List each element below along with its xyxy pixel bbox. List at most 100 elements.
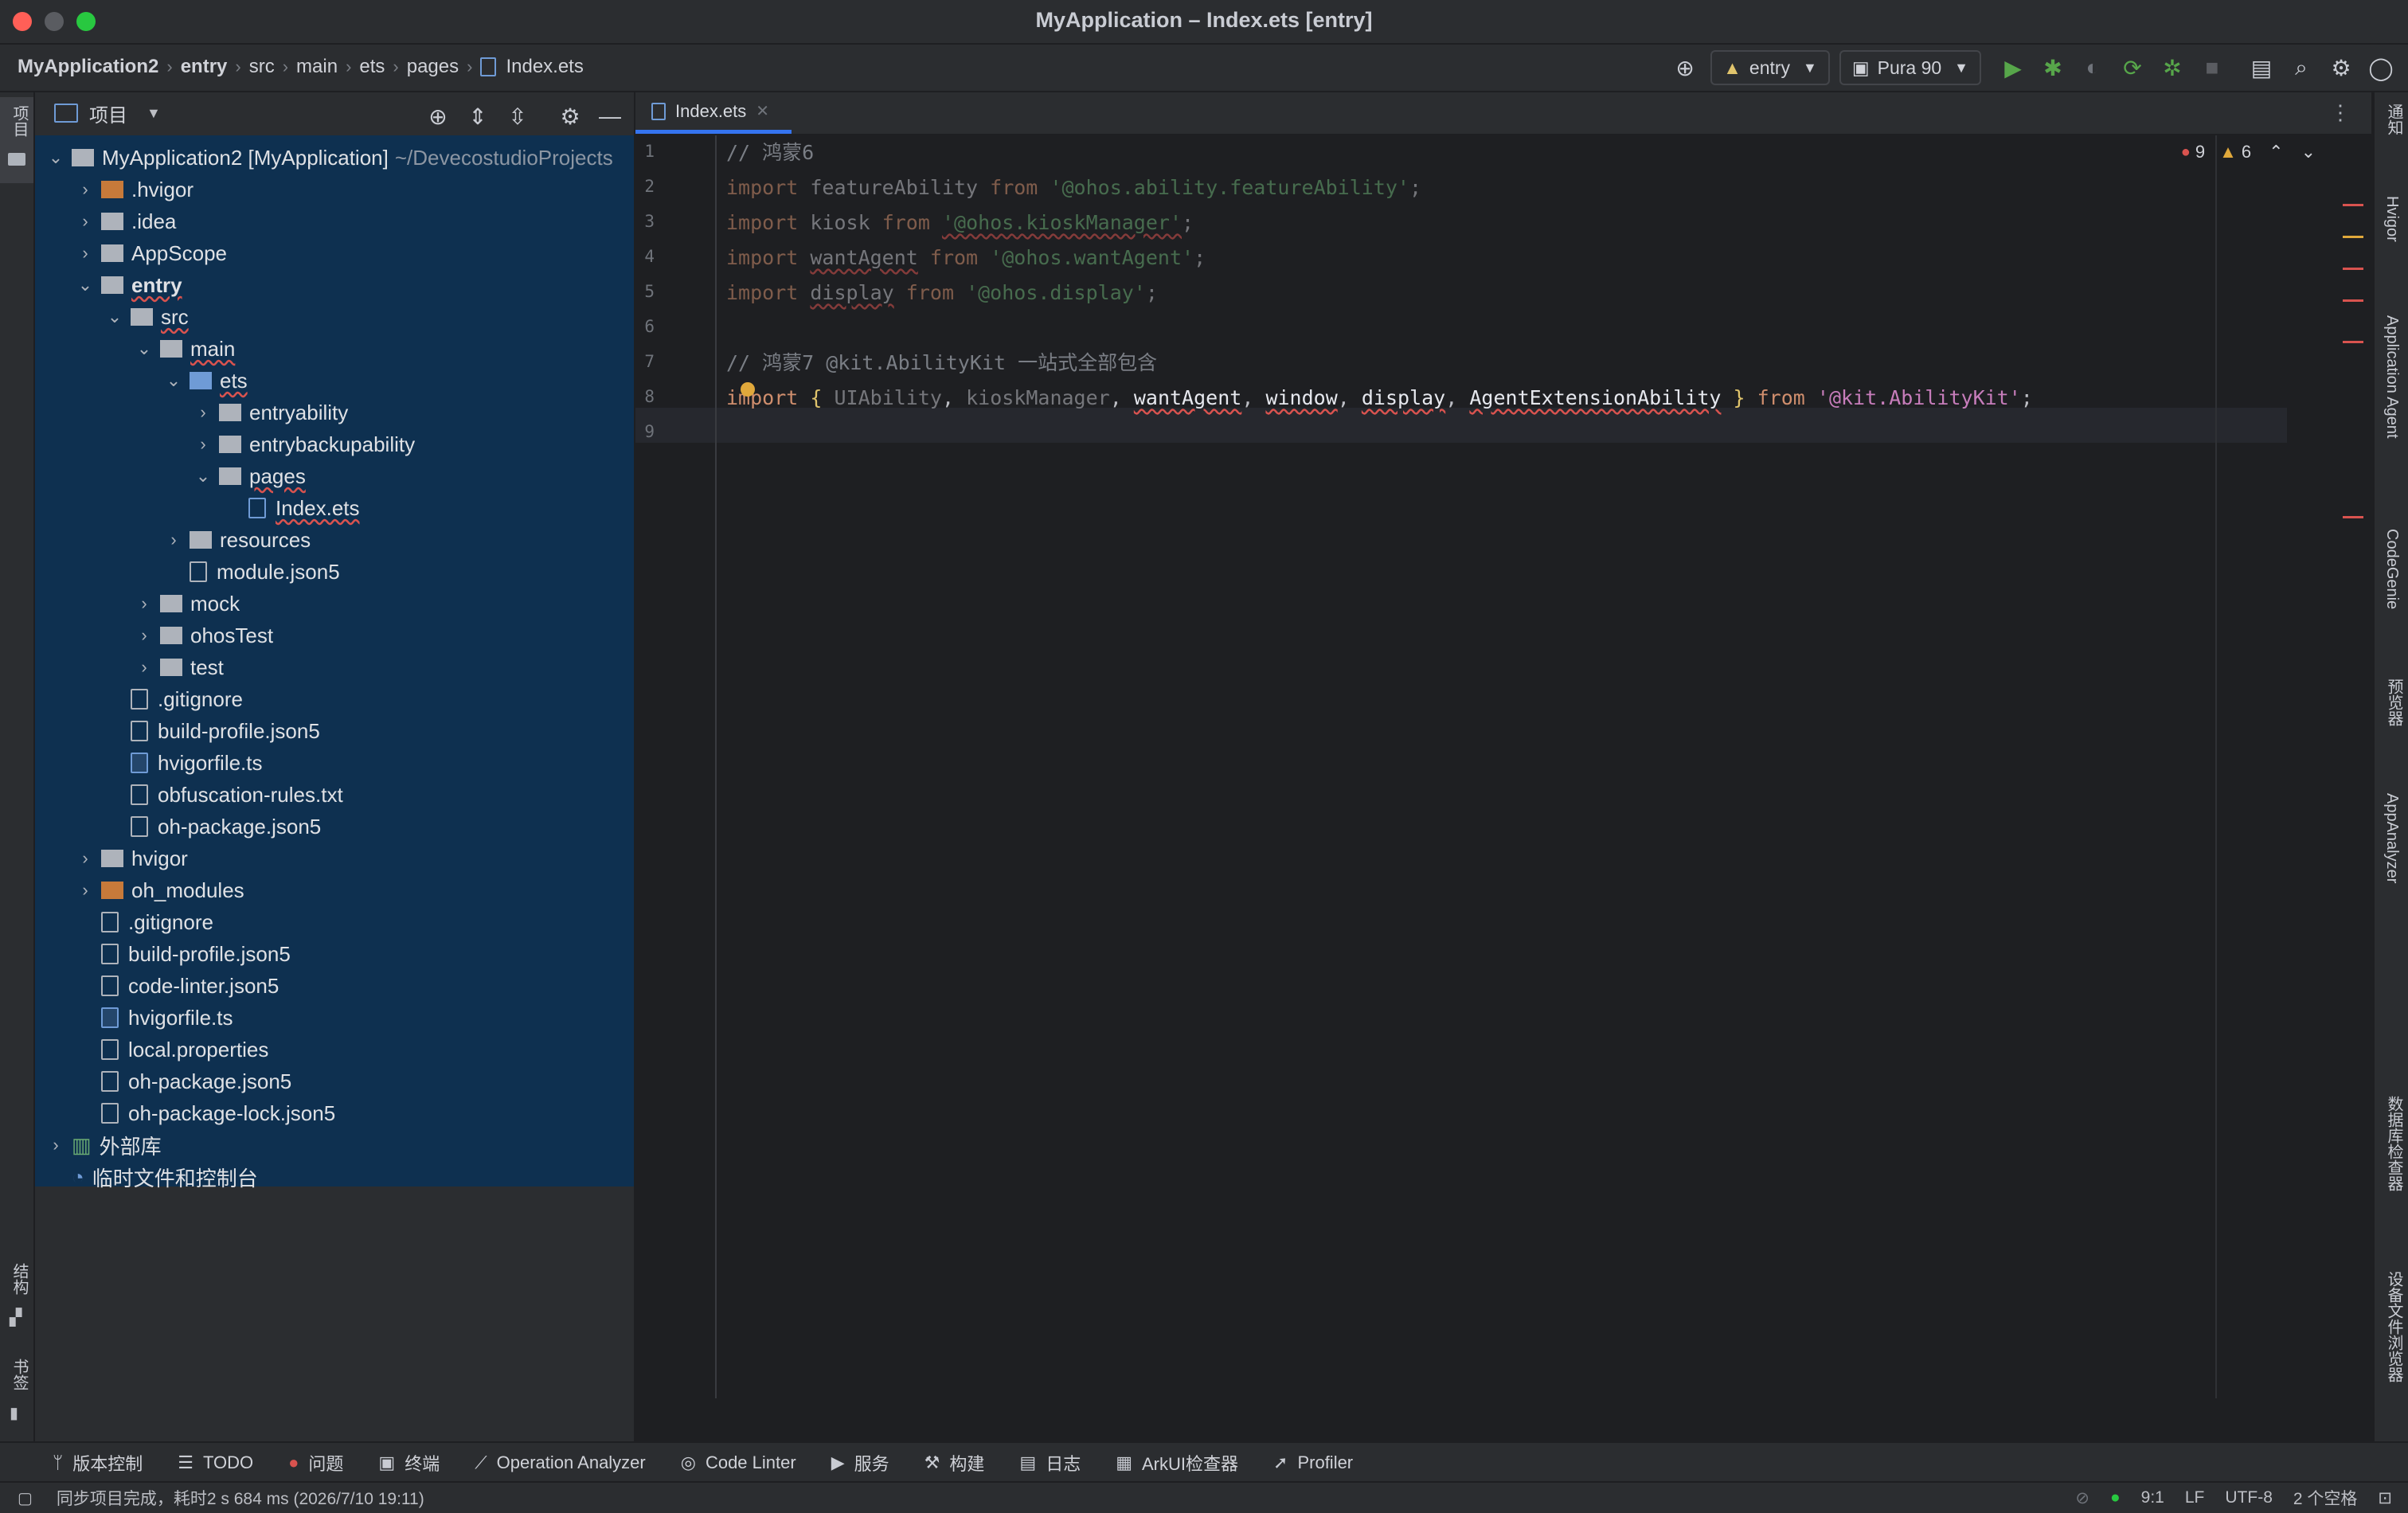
line-ending[interactable]: LF [2185, 1488, 2205, 1507]
hvigor-tool-label[interactable]: Hvigor [2383, 196, 2401, 242]
arkui-inspector-tool[interactable]: ▦ ArkUI检查器 [1116, 1450, 1238, 1476]
tree-item[interactable]: oh-package.json5 [35, 1065, 676, 1097]
device-select[interactable]: ▣ Pura 90 ▼ [1839, 50, 1981, 85]
chevron-right-icon[interactable]: › [136, 593, 152, 613]
tree-item[interactable]: ⌄ main [35, 333, 735, 365]
version-control-tool[interactable]: ᛘ 版本控制 [53, 1450, 143, 1476]
coverage-icon[interactable]: ◐ [2077, 52, 2109, 84]
connection-status-icon[interactable]: ● [2110, 1488, 2121, 1507]
breadcrumb-main[interactable]: main [296, 56, 338, 78]
log-tool[interactable]: ▤ 日志 [1019, 1450, 1081, 1476]
chevron-down-icon[interactable]: ⌄ [48, 147, 64, 167]
expand-all-icon[interactable]: ⇕ [462, 100, 494, 132]
chevron-right-icon[interactable]: › [77, 179, 93, 199]
debug-icon[interactable]: ✱ [2037, 52, 2069, 84]
chevron-right-icon[interactable]: › [77, 211, 93, 231]
chevron-down-icon[interactable]: ⌄ [195, 466, 211, 486]
tree-item[interactable]: ⌄ src [35, 301, 706, 333]
chevron-right-icon[interactable]: › [195, 402, 211, 422]
build-tool[interactable]: ⚒ 构建 [924, 1450, 985, 1476]
chevron-down-icon[interactable]: ▼ [147, 105, 161, 122]
tree-item[interactable]: oh-package-lock.json5 [35, 1097, 676, 1129]
tree-item[interactable]: › oh_modules [35, 874, 676, 906]
structure-tool-button[interactable]: 结构 ▞ [0, 1263, 33, 1343]
indent-setting[interactable]: 2 个空格 [2293, 1486, 2358, 1510]
tree-item[interactable]: local.properties [35, 1034, 676, 1065]
chevron-right-icon[interactable]: › [195, 434, 211, 454]
breadcrumb-project[interactable]: MyApplication2 [18, 56, 158, 78]
chevron-right-icon[interactable]: › [77, 880, 93, 900]
tree-item[interactable]: › test [35, 651, 735, 683]
tree-item[interactable]: › ▥ 外部库 [35, 1129, 647, 1161]
tab-index-ets[interactable]: Index.ets ✕ [635, 92, 792, 134]
close-tab-icon[interactable]: ✕ [756, 101, 769, 121]
tree-item[interactable]: › mock [35, 588, 735, 620]
project-view-select[interactable]: 项目 [89, 100, 127, 127]
bookmarks-tool-button[interactable]: 书签 ▮ [0, 1359, 33, 1430]
previous-highlight-icon[interactable]: ⌃ [2269, 142, 2283, 162]
attach-debugger-icon[interactable]: ✲ [2156, 52, 2188, 84]
profiler-tool[interactable]: ➚ Profiler [1273, 1452, 1353, 1473]
select-opened-file-icon[interactable]: ⊕ [422, 100, 454, 132]
tree-item[interactable]: ⌄ entry [35, 269, 676, 301]
chevron-right-icon[interactable]: › [136, 657, 152, 677]
more-options-icon[interactable]: ⋮ [2330, 100, 2351, 125]
caret-position[interactable]: 9:1 [2141, 1488, 2164, 1507]
project-structure-icon[interactable]: ▤ [2246, 52, 2277, 84]
tree-item[interactable]: build-profile.json5 [35, 938, 676, 970]
account-icon[interactable]: ◯ [2365, 52, 2397, 84]
collapse-all-icon[interactable]: ⇳ [502, 100, 534, 132]
tree-item[interactable]: .gitignore [35, 906, 676, 938]
chevron-right-icon[interactable]: › [48, 1135, 64, 1155]
appanalyzer-tool-label[interactable]: AppAnalyzer [2383, 793, 2401, 883]
tree-item[interactable]: › .hvigor [35, 174, 676, 205]
reload-icon[interactable]: ⟳ [2117, 52, 2148, 84]
tree-item[interactable]: › ohosTest [35, 620, 735, 651]
chevron-down-icon[interactable]: ⌄ [166, 370, 182, 390]
device-file-browser-tool-label[interactable]: 设备文件浏览器 [2383, 1271, 2406, 1382]
tree-item[interactable]: › .idea [35, 205, 676, 237]
tree-item[interactable]: hvigorfile.ts [35, 1002, 676, 1034]
todo-tool[interactable]: ☰ TODO [178, 1452, 253, 1473]
toggle-tool-windows-icon[interactable]: ▢ [18, 1488, 33, 1508]
next-highlight-icon[interactable]: ⌄ [2301, 142, 2316, 162]
chevron-down-icon[interactable]: ⌄ [77, 275, 93, 295]
warning-marker[interactable] [2343, 236, 2363, 238]
locate-icon[interactable]: ⊕ [1669, 52, 1701, 84]
code-editor[interactable]: // 鸿蒙6 import featureAbility from '@ohos… [726, 135, 2271, 1398]
codegenie-tool-label[interactable]: CodeGenie [2383, 529, 2401, 609]
breadcrumb-ets[interactable]: ets [359, 56, 385, 78]
chevron-right-icon[interactable]: › [166, 530, 182, 549]
settings-gear-icon[interactable]: ⚙ [2325, 52, 2357, 84]
previewer-tool-label[interactable]: 预览器 [2383, 678, 2406, 726]
file-encoding[interactable]: UTF-8 [2225, 1488, 2273, 1507]
chevron-right-icon[interactable]: › [77, 848, 93, 868]
lock-icon[interactable]: ⊡ [2378, 1488, 2392, 1508]
services-tool[interactable]: ▶ 服务 [831, 1450, 889, 1476]
error-marker[interactable] [2343, 268, 2363, 270]
intention-bulb-icon[interactable] [741, 382, 755, 397]
tree-item[interactable]: code-linter.json5 [35, 970, 676, 1002]
problems-tool[interactable]: ● 问题 [288, 1450, 343, 1476]
error-marker[interactable] [2343, 299, 2363, 302]
chevron-right-icon[interactable]: › [136, 625, 152, 645]
operation-analyzer-tool[interactable]: ⟋ Operation Analyzer [475, 1452, 646, 1473]
run-config-select[interactable]: ▲ entry ▼ [1710, 50, 1830, 85]
tree-item[interactable]: obfuscation-rules.txt [35, 779, 706, 811]
chevron-down-icon[interactable]: ⌄ [107, 307, 123, 326]
database-inspector-tool-label[interactable]: 数据库检查器 [2383, 1096, 2406, 1191]
code-linter-tool[interactable]: ◎ Code Linter [681, 1452, 796, 1473]
tree-item[interactable]: .gitignore [35, 683, 706, 715]
tree-item[interactable]: › AppScope [35, 237, 676, 269]
breadcrumb-file[interactable]: Index.ets [506, 56, 583, 78]
application-agent-tool-label[interactable]: Application Agent [2383, 315, 2401, 439]
breadcrumb-src[interactable]: src [249, 56, 275, 78]
error-marker[interactable] [2343, 204, 2363, 206]
tree-item[interactable]: hvigorfile.ts [35, 747, 706, 779]
tree-item[interactable]: › hvigor [35, 843, 676, 874]
breadcrumb-pages[interactable]: pages [407, 56, 459, 78]
project-tool-button[interactable]: 项目 [0, 97, 33, 183]
chevron-down-icon[interactable]: ⌄ [136, 338, 152, 358]
error-marker[interactable] [2343, 516, 2363, 518]
terminal-tool[interactable]: ▣ 终端 [378, 1450, 440, 1476]
